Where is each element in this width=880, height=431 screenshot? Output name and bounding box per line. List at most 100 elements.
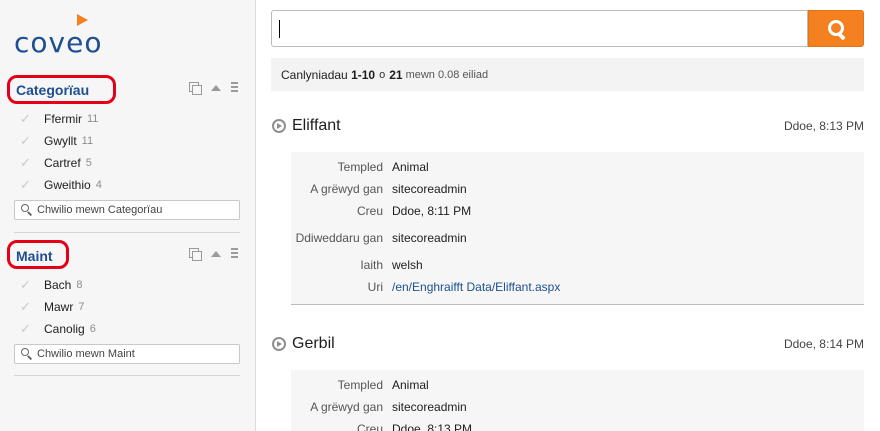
facet-title-highlight bbox=[7, 75, 116, 104]
detail-label: Creu bbox=[356, 421, 383, 431]
sidebar: coveo Categorïau ✓ Ffermir 11 ✓ Gwyllt 11 ✓ C… bbox=[0, 0, 256, 431]
result-type-icon bbox=[272, 119, 286, 133]
detail-label: Ddiweddaru gan bbox=[295, 230, 383, 245]
detail-label: Creu bbox=[356, 203, 383, 218]
facet-value[interactable]: ✓ Gweithio 4 bbox=[14, 174, 240, 196]
facet-search-input[interactable]: Chwilio mewn Categorïau bbox=[14, 200, 240, 220]
query-summary: Canlyniadau 1-10 o 21 mewn 0.08 eiliad bbox=[271, 58, 864, 91]
detail-row: Templed Animal bbox=[291, 374, 864, 396]
detail-value: Animal bbox=[392, 378, 429, 392]
facet-value-count: 8 bbox=[76, 279, 83, 291]
result-details: Templed Animal A grëwyd gan sitecoreadmin … bbox=[291, 152, 864, 305]
detail-value: Ddoe, 8:13 PM bbox=[392, 422, 473, 431]
collapse-button[interactable] bbox=[210, 82, 222, 94]
facet-value[interactable]: ✓ Canolig 6 bbox=[14, 318, 240, 340]
result-title-link[interactable]: Eliffant bbox=[292, 117, 341, 135]
facet-value[interactable]: ✓ Ffermir 11 bbox=[14, 108, 240, 130]
facet-value-label: Mawr bbox=[44, 300, 74, 314]
logo-text: coveo bbox=[14, 26, 103, 59]
settings-menu-icon[interactable] bbox=[231, 248, 238, 260]
summary-of: o bbox=[379, 68, 386, 81]
facet-value-label: Bach bbox=[44, 278, 72, 292]
detail-row: Creu Ddoe, 8:11 PM bbox=[291, 200, 864, 222]
checkbox-icon[interactable]: ✓ bbox=[20, 156, 34, 170]
result-header: Eliffant Ddoe, 8:13 PM bbox=[271, 110, 864, 140]
result-type-icon bbox=[272, 337, 286, 351]
detail-label: Uri bbox=[367, 279, 383, 294]
facet-value[interactable]: ✓ Bach 8 bbox=[14, 274, 240, 296]
facet-divider bbox=[14, 375, 240, 376]
result-date: Ddoe, 8:14 PM bbox=[783, 337, 864, 351]
checkbox-icon[interactable]: ✓ bbox=[20, 300, 34, 314]
copy-icon[interactable] bbox=[189, 248, 202, 261]
result-header: Gerbil Ddoe, 8:14 PM bbox=[271, 328, 864, 358]
chevron-up-icon bbox=[211, 251, 221, 257]
facet-value[interactable]: ✓ Gwyllt 11 bbox=[14, 130, 240, 152]
result-title-link[interactable]: Gerbil bbox=[292, 335, 335, 353]
detail-row: Creu Ddoe, 8:13 PM bbox=[291, 418, 864, 431]
detail-label: A grëwyd gan bbox=[310, 399, 383, 414]
facet-value-count: 11 bbox=[81, 135, 94, 147]
chevron-up-icon bbox=[211, 85, 221, 91]
facet-value-label: Gwyllt bbox=[44, 134, 77, 148]
facet-search-placeholder: Chwilio mewn Categorïau bbox=[37, 204, 163, 216]
detail-value: Ddoe, 8:11 PM bbox=[392, 204, 472, 218]
facet-tools bbox=[189, 248, 238, 261]
result-item: Gerbil Ddoe, 8:14 PM Templed Animal A grë… bbox=[271, 328, 864, 431]
search-button[interactable] bbox=[808, 10, 864, 47]
facet-values: ✓ Ffermir 11 ✓ Gwyllt 11 ✓ Cartref 5 ✓ Gweithio… bbox=[14, 108, 240, 196]
facet-value-label: Cartref bbox=[44, 156, 81, 170]
detail-value: Animal bbox=[392, 160, 429, 174]
checkbox-icon[interactable]: ✓ bbox=[20, 134, 34, 148]
facet-value-count: 11 bbox=[87, 113, 99, 125]
summary-total: 21 bbox=[389, 67, 403, 82]
result-details: Templed Animal A grëwyd gan sitecoreadmin … bbox=[291, 370, 864, 431]
facet-value[interactable]: ✓ Mawr 7 bbox=[14, 296, 240, 318]
summary-prefix: Canlyniadau bbox=[281, 67, 348, 82]
checkbox-icon[interactable]: ✓ bbox=[20, 178, 34, 192]
facet-values: ✓ Bach 8 ✓ Mawr 7 ✓ Canolig 6 bbox=[14, 274, 240, 340]
detail-value: sitecoreadmin bbox=[392, 400, 467, 414]
facet-search-placeholder: Chwilio mewn Maint bbox=[37, 348, 135, 360]
detail-label: Iaith bbox=[360, 257, 383, 272]
facet-tools bbox=[189, 82, 238, 95]
facet-value-label: Ffermir bbox=[44, 112, 82, 126]
collapse-button[interactable] bbox=[210, 248, 222, 260]
summary-duration: mewn 0.08 eiliad bbox=[405, 68, 489, 81]
detail-label: A grëwyd gan bbox=[310, 181, 383, 196]
facet-value-label: Gweithio bbox=[44, 178, 91, 192]
facet-value-count: 6 bbox=[89, 323, 96, 335]
summary-range: 1-10 bbox=[351, 67, 376, 82]
coveo-logo[interactable]: coveo bbox=[14, 14, 114, 59]
facet-divider bbox=[14, 232, 240, 233]
uri-link[interactable]: /en/Enghraifft Data/Eliffant.aspx bbox=[392, 280, 560, 294]
result-item: Eliffant Ddoe, 8:13 PM Templed Animal A g… bbox=[271, 110, 864, 305]
checkbox-icon[interactable]: ✓ bbox=[20, 322, 34, 336]
facet-search-input[interactable]: Chwilio mewn Maint bbox=[14, 344, 240, 364]
search-icon bbox=[828, 20, 846, 38]
logo-flag-icon bbox=[77, 14, 88, 26]
settings-menu-icon[interactable] bbox=[231, 82, 238, 94]
copy-icon[interactable] bbox=[189, 82, 202, 95]
facet-value-count: 5 bbox=[85, 157, 92, 169]
facet-title-highlight bbox=[7, 240, 69, 269]
search-input[interactable] bbox=[271, 10, 808, 47]
search-icon bbox=[21, 348, 33, 360]
detail-row: Iaith welsh bbox=[291, 254, 864, 276]
detail-value: sitecoreadmin bbox=[392, 231, 467, 245]
text-caret bbox=[279, 20, 280, 38]
detail-row: A grëwyd gan sitecoreadmin bbox=[291, 178, 864, 200]
page: coveo Categorïau ✓ Ffermir 11 ✓ Gwyllt 11 ✓ C… bbox=[0, 0, 880, 431]
result-date: Ddoe, 8:13 PM bbox=[783, 119, 864, 133]
detail-row: Ddiweddaru gan sitecoreadmin bbox=[291, 222, 864, 254]
checkbox-icon[interactable]: ✓ bbox=[20, 112, 34, 126]
detail-row: Uri/en/Enghraifft Data/Eliffant.aspx bbox=[291, 276, 864, 298]
checkbox-icon[interactable]: ✓ bbox=[20, 278, 34, 292]
search-icon bbox=[21, 204, 33, 216]
detail-value: welsh bbox=[392, 258, 423, 272]
facet-value[interactable]: ✓ Cartref 5 bbox=[14, 152, 240, 174]
detail-row: Templed Animal bbox=[291, 156, 864, 178]
detail-label: Templed bbox=[337, 159, 383, 174]
detail-value: sitecoreadmin bbox=[392, 182, 467, 196]
facet-value-count: 4 bbox=[95, 179, 102, 191]
